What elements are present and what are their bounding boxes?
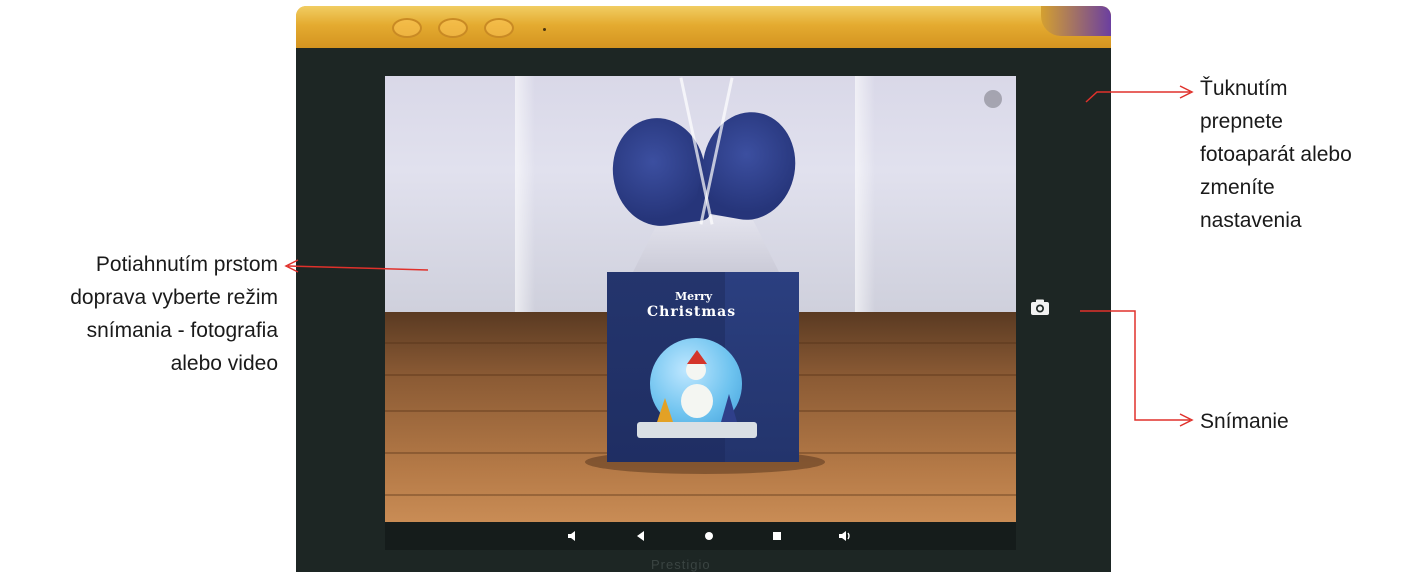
wall-fold bbox=[855, 76, 875, 312]
recents-icon[interactable] bbox=[769, 528, 785, 544]
settings-annotation: Ťuknutím prepnete fotoaparát alebo zmení… bbox=[1200, 72, 1352, 237]
annotation-line: snímania - fotografia bbox=[86, 319, 278, 342]
tablet-frame-top bbox=[296, 6, 1111, 48]
box-text-christmas: Christmas bbox=[647, 304, 737, 320]
wall-fold bbox=[515, 76, 535, 312]
tree-decoration bbox=[657, 398, 673, 422]
tablet-frame-corner bbox=[1041, 6, 1111, 36]
home-icon[interactable] bbox=[701, 528, 717, 544]
annotation-line: fotoaparát alebo bbox=[1200, 143, 1352, 166]
swipe-mode-annotation: Potiahnutím prstom doprava vyberte režim… bbox=[0, 248, 278, 380]
camera-ring-icon bbox=[484, 18, 514, 38]
annotation-line: Ťuknutím bbox=[1200, 77, 1288, 100]
capture-annotation: Snímanie bbox=[1200, 405, 1289, 438]
navigation-bar bbox=[385, 522, 1016, 550]
camera-ring-icon bbox=[392, 18, 422, 38]
back-icon[interactable] bbox=[633, 528, 649, 544]
annotation-line: Snímanie bbox=[1200, 410, 1289, 433]
camera-viewfinder[interactable]: Merry Christmas bbox=[385, 76, 1016, 522]
volume-up-icon[interactable] bbox=[837, 528, 853, 544]
tree-decoration bbox=[721, 394, 737, 422]
snowman-hat bbox=[687, 350, 707, 364]
annotation-line: doprava vyberte režim bbox=[70, 286, 278, 309]
annotation-line: Potiahnutím prstom bbox=[95, 253, 278, 276]
switch-camera-icon[interactable] bbox=[984, 90, 1002, 108]
front-camera-icon bbox=[543, 28, 546, 31]
instruction-figure: Potiahnutím prstom doprava vyberte režim… bbox=[0, 0, 1421, 572]
camera-icon[interactable] bbox=[1030, 298, 1050, 316]
annotation-line: zmeníte bbox=[1200, 176, 1275, 199]
annotation-line: alebo video bbox=[170, 352, 278, 375]
annotation-line: nastavenia bbox=[1200, 209, 1302, 232]
snowman bbox=[681, 384, 713, 418]
volume-down-icon[interactable] bbox=[565, 528, 581, 544]
brand-logo: Prestigio bbox=[651, 557, 711, 572]
box-text-merry: Merry bbox=[675, 290, 713, 303]
wood-grain bbox=[385, 494, 1016, 496]
camera-ring-icon bbox=[438, 18, 468, 38]
annotation-line: prepnete bbox=[1200, 110, 1283, 133]
tablet-device: Prestigio Merry Christmas bbox=[296, 6, 1111, 572]
snow-globe-base bbox=[637, 422, 757, 438]
